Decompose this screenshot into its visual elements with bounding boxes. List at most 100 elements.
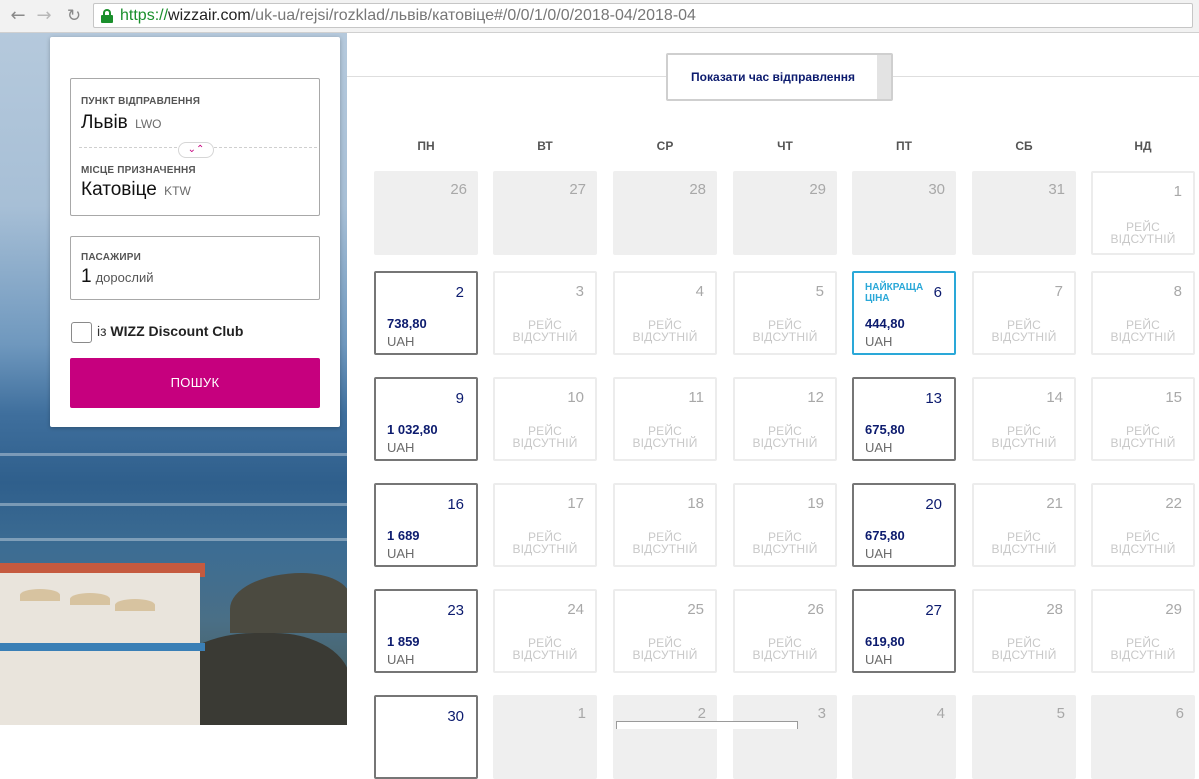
- calendar-day-cell[interactable]: 27 619,80 UAH: [852, 589, 956, 673]
- calendar-day-cell: 25 РЕЙС ВІДСУТНІЙ: [613, 589, 717, 673]
- origin-label: ПУНКТ ВІДПРАВЛЕННЯ: [81, 96, 201, 107]
- no-flight-label: РЕЙС ВІДСУТНІЙ: [632, 318, 698, 344]
- calendar-day-cell: 28: [613, 171, 717, 255]
- day-number: 1: [1173, 183, 1182, 200]
- day-number: 30: [928, 181, 945, 198]
- no-flight-label: РЕЙС ВІДСУТНІЙ: [752, 636, 818, 662]
- day-number: 3: [575, 283, 584, 300]
- route-selector: ПУНКТ ВІДПРАВЛЕННЯ Львів LWO ⌄⌃ МІСЦЕ ПР…: [70, 78, 320, 216]
- calendar-day-cell[interactable]: 2 738,80 UAH: [374, 271, 478, 355]
- passengers-field[interactable]: ПАСАЖИРИ 1 дорослий: [70, 236, 320, 300]
- calendar-day-cell: 26 РЕЙС ВІДСУТНІЙ: [733, 589, 837, 673]
- fare-currency: UAH: [865, 440, 893, 455]
- weekday-header: ПН: [417, 139, 435, 153]
- passengers-label: ПАСАЖИРИ: [81, 252, 142, 263]
- no-flight-label: РЕЙС ВІДСУТНІЙ: [632, 424, 698, 450]
- day-number: 29: [809, 181, 826, 198]
- day-number: 27: [925, 602, 942, 619]
- calendar-day-cell[interactable]: 9 1 032,80 UAH: [374, 377, 478, 461]
- browser-toolbar: ← → ↻ https://wizzair.com/uk-ua/rejsi/ro…: [0, 0, 1199, 33]
- calendar-day-cell: 29 РЕЙС ВІДСУТНІЙ: [1091, 589, 1195, 673]
- day-number: 16: [447, 496, 464, 513]
- calendar-day-cell: 19 РЕЙС ВІДСУТНІЙ: [733, 483, 837, 567]
- no-flight-label: РЕЙС ВІДСУТНІЙ: [1110, 424, 1176, 450]
- search-form-panel: ПУНКТ ВІДПРАВЛЕННЯ Львів LWO ⌄⌃ МІСЦЕ ПР…: [50, 37, 340, 427]
- calendar-day-cell[interactable]: 20 675,80 UAH: [852, 483, 956, 567]
- fare-price: 675,80: [865, 422, 905, 437]
- day-number: 26: [807, 601, 824, 618]
- destination-field[interactable]: Катовіце KTW: [81, 179, 191, 201]
- no-flight-label: РЕЙС ВІДСУТНІЙ: [752, 530, 818, 556]
- calendar-day-cell: 2: [613, 695, 717, 779]
- day-number: 5: [1056, 705, 1065, 722]
- discount-club-checkbox[interactable]: [71, 322, 92, 343]
- day-number: 12: [807, 389, 824, 406]
- calendar-day-cell[interactable]: 13 675,80 UAH: [852, 377, 956, 461]
- search-button[interactable]: ПОШУК: [70, 358, 320, 408]
- calendar-day-cell: 4 РЕЙС ВІДСУТНІЙ: [613, 271, 717, 355]
- calendar-day-cell: 15 РЕЙС ВІДСУТНІЙ: [1091, 377, 1195, 461]
- day-number: 31: [1048, 181, 1065, 198]
- calendar-day-cell: 21 РЕЙС ВІДСУТНІЙ: [972, 483, 1076, 567]
- fare-price: 619,80: [865, 634, 905, 649]
- fare-currency: UAH: [865, 334, 893, 349]
- calendar-day-cell: 10 РЕЙС ВІДСУТНІЙ: [493, 377, 597, 461]
- calendar-day-cell: 31: [972, 171, 1076, 255]
- calendar-day-cell[interactable]: 16 1 689 UAH: [374, 483, 478, 567]
- day-number: 2: [455, 284, 464, 301]
- calendar-day-cell: 29: [733, 171, 837, 255]
- origin-field[interactable]: Львів LWO: [81, 112, 162, 134]
- weekday-header: НД: [1134, 139, 1152, 153]
- destination-city: Катовіце: [81, 179, 157, 200]
- forward-arrow-icon[interactable]: →: [34, 6, 54, 26]
- day-number: 8: [1173, 283, 1182, 300]
- destination-label: МІСЦЕ ПРИЗНАЧЕННЯ: [81, 165, 196, 176]
- day-number: 30: [447, 708, 464, 725]
- weekday-header: ПТ: [896, 139, 912, 153]
- no-flight-label: РЕЙС ВІДСУТНІЙ: [1110, 636, 1176, 662]
- fare-currency: UAH: [387, 652, 415, 667]
- calendar-day-cell: 22 РЕЙС ВІДСУТНІЙ: [1091, 483, 1195, 567]
- reload-icon[interactable]: ↻: [64, 6, 84, 26]
- day-number: 21: [1046, 495, 1063, 512]
- back-arrow-icon[interactable]: ←: [8, 6, 28, 26]
- day-number: 3: [817, 705, 826, 722]
- calendar-day-cell[interactable]: 6 НАЙКРАЩА ЦІНА 444,80 UAH: [852, 271, 956, 355]
- day-number: 1: [577, 705, 586, 722]
- address-bar[interactable]: https://wizzair.com/uk-ua/rejsi/rozklad/…: [93, 3, 1193, 28]
- origin-code: LWO: [135, 117, 162, 131]
- weekday-header: ВТ: [537, 139, 553, 153]
- swap-route-icon[interactable]: ⌄⌃: [178, 142, 214, 158]
- destination-code: KTW: [164, 184, 191, 198]
- fare-currency: UAH: [865, 652, 893, 667]
- lock-icon: [101, 9, 113, 23]
- fare-currency: UAH: [387, 440, 415, 455]
- no-flight-label: РЕЙС ВІДСУТНІЙ: [1110, 220, 1176, 246]
- show-departure-times-button[interactable]: Показати час відправлення: [666, 53, 893, 101]
- no-flight-label: РЕЙС ВІДСУТНІЙ: [991, 424, 1057, 450]
- discount-club-label[interactable]: із WIZZ Discount Club: [97, 323, 243, 339]
- day-number: 27: [569, 181, 586, 198]
- best-price-badge: НАЙКРАЩА ЦІНА: [865, 282, 924, 304]
- day-number: 24: [567, 601, 584, 618]
- weekday-header: ЧТ: [777, 139, 793, 153]
- no-flight-label: РЕЙС ВІДСУТНІЙ: [632, 636, 698, 662]
- day-number: 4: [695, 283, 704, 300]
- day-number: 25: [687, 601, 704, 618]
- day-number: 11: [688, 389, 704, 406]
- day-number: 23: [447, 602, 464, 619]
- fare-price: 444,80: [865, 316, 905, 331]
- no-flight-label: РЕЙС ВІДСУТНІЙ: [752, 318, 818, 344]
- calendar-day-cell[interactable]: 30: [374, 695, 478, 779]
- no-flight-label: РЕЙС ВІДСУТНІЙ: [1110, 318, 1176, 344]
- no-flight-label: РЕЙС ВІДСУТНІЙ: [991, 318, 1057, 344]
- calendar-day-cell: 8 РЕЙС ВІДСУТНІЙ: [1091, 271, 1195, 355]
- calendar-day-cell: 24 РЕЙС ВІДСУТНІЙ: [493, 589, 597, 673]
- no-flight-label: РЕЙС ВІДСУТНІЙ: [1110, 530, 1176, 556]
- bottom-popup-edge: [616, 721, 798, 729]
- calendar-day-cell[interactable]: 23 1 859 UAH: [374, 589, 478, 673]
- calendar-day-cell: 3: [733, 695, 837, 779]
- no-flight-label: РЕЙС ВІДСУТНІЙ: [991, 636, 1057, 662]
- fare-price: 1 032,80: [387, 422, 438, 437]
- no-flight-label: РЕЙС ВІДСУТНІЙ: [752, 424, 818, 450]
